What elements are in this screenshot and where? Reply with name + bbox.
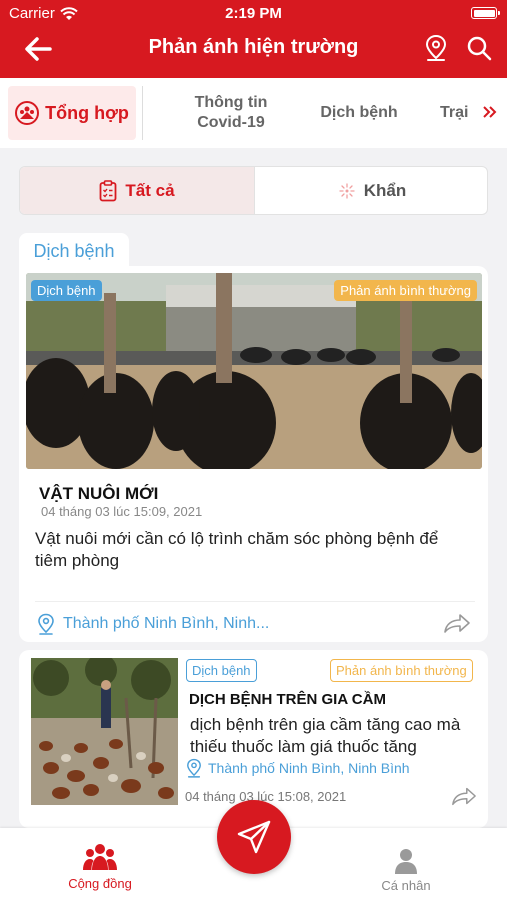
post-location-label: Thành phố Ninh Bình, Ninh Bình [208, 760, 410, 776]
poultry-farm-image [31, 658, 178, 805]
post-location[interactable]: Thành phố Ninh Bình, Ninh... [37, 613, 269, 635]
section-tag: Dịch bệnh [19, 233, 129, 269]
tab-community[interactable]: Cộng đồng [50, 842, 150, 891]
tab-trai[interactable]: Trại [440, 78, 480, 148]
post-description: dịch bệnh trên gia cầm tăng cao mà thiếu… [190, 715, 461, 756]
post-description: Vật nuôi mới cần có lộ trình chăm sóc ph… [35, 529, 439, 570]
tab-community-label: Cộng đồng [68, 876, 132, 891]
tab-profile[interactable]: Cá nhân [356, 848, 456, 893]
tab-covid[interactable]: Thông tin Covid-19 [160, 78, 302, 148]
people-group-icon [83, 844, 117, 870]
post-card[interactable]: Dịch bệnh Phản ánh bình thường VẬT NUÔI … [19, 266, 488, 642]
tab-profile-label: Cá nhân [381, 878, 431, 893]
post-location[interactable]: Thành phố Ninh Bình, Ninh Bình [186, 758, 410, 778]
filter-all-label: Tất cả [125, 180, 175, 200]
nav-bar: Phản ánh hiện trường [0, 26, 507, 72]
filter-urgent-label: Khẩn [363, 180, 407, 200]
category-tabs: Tổng hợp Thông tin Covid-19 Dịch bệnh Tr… [0, 78, 507, 148]
tab-trai-label: Trại [440, 104, 469, 121]
person-icon [395, 849, 417, 874]
category-badge: Dịch bệnh [186, 659, 257, 682]
send-icon [237, 820, 271, 854]
share-icon[interactable] [443, 612, 471, 634]
map-pin-icon[interactable] [424, 34, 448, 62]
double-chevron-right-icon[interactable] [480, 102, 500, 122]
ostrich-farm-image [26, 273, 482, 469]
status-time: 2:19 PM [225, 5, 282, 22]
tab-covid-label: Thông tin Covid-19 [194, 94, 268, 131]
clipboard-icon [100, 179, 117, 201]
battery-icon [471, 7, 500, 19]
section-tag-label: Dịch bệnh [33, 240, 115, 261]
post-location-label: Thành phố Ninh Bình, Ninh... [63, 615, 270, 632]
status-bar: Carrier 2:19 PM [0, 0, 507, 26]
community-logo-icon [15, 101, 40, 125]
post-photo-ostriches: Dịch bệnh Phản ánh bình thường [26, 273, 482, 469]
type-badge: Phản ánh bình thường [334, 280, 477, 301]
tab-tong-hop-label: Tổng hợp [45, 102, 129, 123]
map-pin-icon [187, 758, 201, 778]
map-pin-icon [38, 613, 54, 635]
filter-all-button[interactable]: Tất cả [20, 167, 255, 214]
post-photo-chickens [31, 658, 178, 805]
app-header: Carrier 2:19 PM Phản ánh hiện trường [0, 0, 507, 78]
send-report-button[interactable] [217, 800, 291, 874]
filter-urgent-button[interactable]: Khẩn [255, 167, 487, 214]
search-icon[interactable] [465, 34, 493, 62]
post-date: 04 tháng 03 lúc 15:09, 2021 [41, 504, 203, 519]
share-icon[interactable] [451, 785, 477, 807]
tab-dich-benh-label: Dịch bệnh [320, 104, 398, 121]
post-title: DỊCH BỆNH TRÊN GIA CẦM [189, 691, 386, 708]
divider [35, 601, 475, 602]
tab-divider [142, 86, 143, 140]
type-badge: Phản ánh bình thường [330, 659, 473, 682]
category-badge: Dịch bệnh [31, 280, 102, 301]
alert-burst-icon [339, 182, 355, 199]
tab-tong-hop[interactable]: Tổng hợp [8, 86, 136, 140]
tab-dich-benh[interactable]: Dịch bệnh [310, 78, 408, 148]
post-title: VẬT NUÔI MỚI [39, 484, 159, 503]
filter-segment: Tất cả Khẩn [19, 166, 488, 215]
